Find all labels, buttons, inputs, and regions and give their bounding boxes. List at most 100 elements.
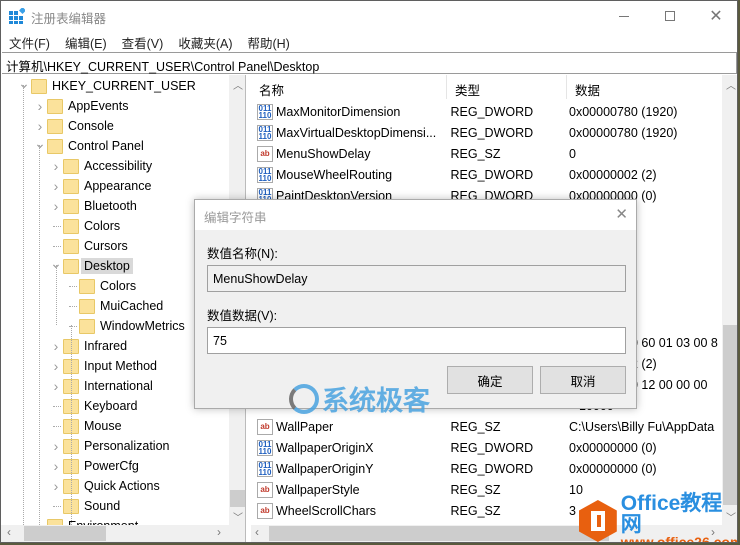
tree-hscroll-thumb[interactable] bbox=[24, 526, 106, 541]
watermark-url: www.office26.com bbox=[620, 534, 738, 543]
tree-item[interactable]: ⌄ Desktop bbox=[49, 255, 133, 276]
value-name: WallpaperOriginX bbox=[276, 440, 374, 455]
tree-item-label: Control Panel bbox=[68, 139, 144, 153]
tree-item[interactable]: WindowMetrics bbox=[65, 316, 188, 336]
address-bar[interactable]: 计算机\HKEY_CURRENT_USER\Control Panel\Desk… bbox=[2, 52, 737, 74]
tree-item[interactable]: ⌄ Control Panel bbox=[33, 135, 147, 156]
tree-connector-line bbox=[69, 286, 77, 287]
maximize-button[interactable] bbox=[647, 1, 693, 31]
value-type: REG_SZ bbox=[450, 503, 501, 518]
minimize-icon bbox=[619, 15, 629, 17]
list-header: 名称 类型 数据 bbox=[251, 75, 721, 99]
watermark-office26: Office教程网 www.office26.com bbox=[579, 493, 738, 543]
close-button[interactable]: ✕ bbox=[693, 1, 737, 31]
menu-favorites[interactable]: 收藏夹(A) bbox=[170, 31, 239, 51]
chevron-right-icon[interactable]: › bbox=[49, 378, 63, 394]
column-header-type[interactable]: 类型 bbox=[447, 75, 567, 99]
tree-item[interactable]: › Input Method bbox=[49, 356, 160, 376]
value-row[interactable]: ab WallPaper REG_SZ C:\Users\Billy Fu\AppDa… bbox=[251, 416, 721, 437]
value-row[interactable]: 011 110 MaxVirtualDesktopDimensi... REG_DW… bbox=[251, 122, 721, 143]
scroll-up-icon[interactable]: ︿ bbox=[726, 77, 736, 92]
tree-item-label: Personalization bbox=[84, 439, 170, 453]
tree-item-label: Colors bbox=[84, 219, 121, 233]
ok-button[interactable]: 确定 bbox=[447, 366, 533, 394]
tree-item[interactable]: › International bbox=[49, 376, 156, 396]
binary-value-icon: 011 110 bbox=[257, 439, 273, 456]
value-name: WallPaper bbox=[276, 419, 334, 434]
value-row[interactable]: 011 110 MouseWheelRouting REG_DWORD 0x00000… bbox=[251, 164, 721, 185]
regedit-app-icon bbox=[9, 8, 25, 24]
chevron-right-icon[interactable]: › bbox=[49, 458, 63, 474]
values-vscroll-thumb[interactable] bbox=[723, 325, 737, 505]
tree-item[interactable]: ⌄ HKEY_CURRENT_USER bbox=[17, 75, 199, 96]
tree-item[interactable]: › Bluetooth bbox=[49, 196, 140, 216]
tree-connector-line bbox=[53, 406, 61, 407]
values-hscroll-thumb[interactable] bbox=[269, 526, 609, 541]
scroll-down-icon[interactable]: ﹀ bbox=[233, 509, 243, 524]
value-type: REG_DWORD bbox=[450, 125, 534, 140]
value-row[interactable]: ab MenuShowDelay REG_SZ 0 bbox=[251, 143, 721, 164]
office-logo-icon bbox=[579, 500, 617, 542]
tree-item[interactable]: MuiCached bbox=[65, 296, 166, 316]
chevron-right-icon[interactable]: › bbox=[49, 478, 63, 494]
value-name: MaxMonitorDimension bbox=[276, 104, 401, 119]
scroll-left-icon[interactable]: ‹ bbox=[7, 525, 11, 539]
folder-icon bbox=[63, 258, 79, 274]
value-row[interactable]: 011 110 WallpaperOriginX REG_DWORD 0x000000… bbox=[251, 437, 721, 458]
tree-guide-line bbox=[71, 325, 72, 535]
value-data-field[interactable] bbox=[207, 327, 626, 354]
minimize-button[interactable] bbox=[601, 1, 647, 31]
tree-item[interactable]: › Accessibility bbox=[49, 156, 155, 176]
tree-item[interactable]: › PowerCfg bbox=[49, 456, 142, 476]
tree-item[interactable]: › Infrared bbox=[49, 336, 130, 356]
chevron-right-icon[interactable]: › bbox=[49, 438, 63, 454]
tree-item[interactable]: › Appearance bbox=[49, 176, 154, 196]
column-header-name[interactable]: 名称 bbox=[251, 75, 447, 99]
folder-icon bbox=[63, 158, 79, 174]
chevron-down-icon[interactable]: ⌄ bbox=[33, 135, 47, 152]
chevron-down-icon[interactable]: ⌄ bbox=[17, 75, 31, 92]
scroll-up-icon[interactable]: ︿ bbox=[233, 77, 243, 92]
scroll-right-icon[interactable]: › bbox=[217, 525, 221, 539]
value-name: MouseWheelRouting bbox=[276, 167, 393, 182]
folder-icon bbox=[79, 278, 95, 294]
binary-value-icon: 011 110 bbox=[257, 103, 273, 120]
cancel-button[interactable]: 取消 bbox=[540, 366, 626, 394]
scroll-left-icon[interactable]: ‹ bbox=[255, 525, 259, 539]
chevron-right-icon[interactable]: › bbox=[49, 358, 63, 374]
chevron-right-icon[interactable]: › bbox=[49, 338, 63, 354]
tree-horizontal-scrollbar[interactable]: ‹ › bbox=[1, 525, 245, 542]
menu-view[interactable]: 查看(V) bbox=[114, 31, 171, 51]
value-name-field[interactable] bbox=[207, 265, 626, 292]
tree-item[interactable]: › Console bbox=[33, 116, 117, 136]
menu-help[interactable]: 帮助(H) bbox=[239, 31, 296, 51]
tree-item[interactable]: Keyboard bbox=[49, 396, 141, 416]
tree-item[interactable]: › Personalization bbox=[49, 436, 172, 456]
close-icon: ✕ bbox=[709, 8, 723, 25]
tree-item-label: Colors bbox=[100, 279, 137, 293]
tree-vscroll-thumb[interactable] bbox=[230, 490, 245, 507]
value-type: REG_SZ bbox=[450, 419, 501, 434]
value-row[interactable]: 011 110 MaxMonitorDimension REG_DWORD 0x000… bbox=[251, 101, 721, 122]
value-row[interactable]: 011 110 WallpaperOriginY REG_DWORD 0x000000… bbox=[251, 458, 721, 479]
values-vertical-scrollbar[interactable]: ︿ ﹀ bbox=[722, 75, 737, 525]
menu-file[interactable]: 文件(F) bbox=[1, 31, 57, 51]
tree-item[interactable]: › AppEvents bbox=[33, 96, 131, 116]
folder-icon bbox=[63, 178, 79, 194]
tree-item[interactable]: › Quick Actions bbox=[49, 476, 163, 496]
value-data: 0x00000780 (1920) bbox=[569, 125, 678, 140]
string-value-icon: ab bbox=[257, 481, 273, 498]
column-header-data[interactable]: 数据 bbox=[567, 75, 721, 99]
chevron-right-icon[interactable]: › bbox=[49, 158, 63, 174]
tree-item-label: Sound bbox=[84, 499, 121, 513]
tree-item[interactable]: Cursors bbox=[49, 236, 131, 256]
value-type: REG_DWORD bbox=[450, 440, 534, 455]
chevron-right-icon[interactable]: › bbox=[49, 178, 63, 194]
tree-item-label: Quick Actions bbox=[84, 479, 160, 493]
chevron-right-icon[interactable]: › bbox=[33, 98, 47, 114]
chevron-right-icon[interactable]: › bbox=[33, 118, 47, 134]
dialog-close-icon[interactable]: ✕ bbox=[615, 205, 628, 223]
value-data-label: 数值数据(V): bbox=[207, 309, 278, 323]
chevron-right-icon[interactable]: › bbox=[49, 198, 63, 214]
menu-edit[interactable]: 编辑(E) bbox=[57, 31, 114, 51]
